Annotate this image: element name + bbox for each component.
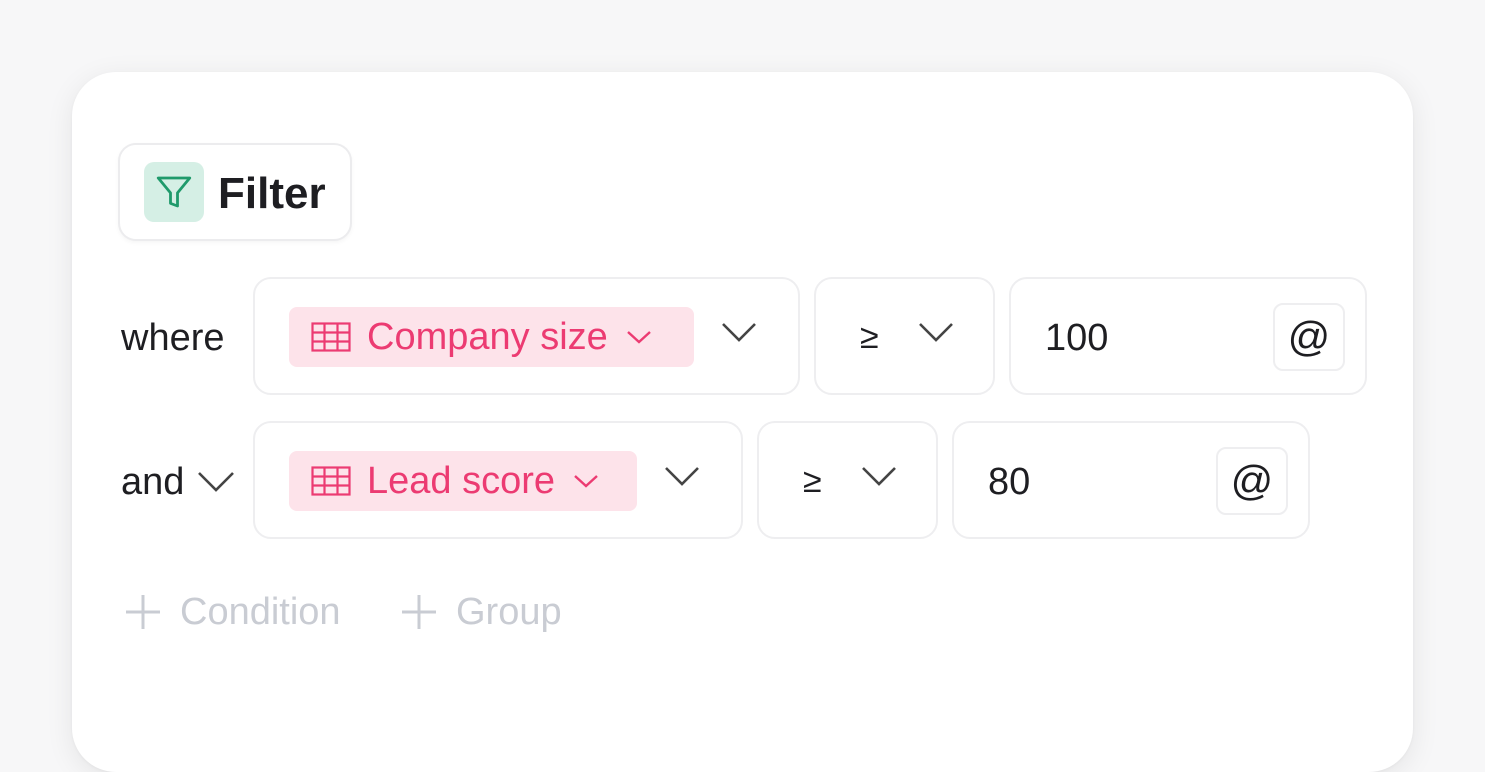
- chevron-down-icon[interactable]: [721, 321, 757, 343]
- filter-button[interactable]: Filter: [118, 143, 352, 241]
- add-condition-label: Condition: [180, 591, 341, 633]
- field-select-lead-score[interactable]: Lead score: [253, 421, 743, 539]
- conjunction-label-and[interactable]: and: [121, 460, 184, 504]
- funnel-icon: [144, 162, 204, 222]
- field-label: Company size: [367, 316, 608, 358]
- table-grid-icon: [311, 466, 351, 496]
- chevron-down-icon: [861, 465, 897, 487]
- mention-button[interactable]: @: [1273, 303, 1345, 371]
- value-input[interactable]: 100 @: [1009, 277, 1367, 395]
- field-label: Lead score: [367, 460, 556, 502]
- value-text: 80: [988, 461, 1031, 503]
- add-group-label: Group: [456, 591, 562, 633]
- plus-icon: [400, 593, 438, 631]
- operator-symbol: ≥: [803, 462, 822, 500]
- value-input[interactable]: 80 @: [952, 421, 1310, 539]
- chevron-down-icon: [918, 321, 954, 343]
- conjunction-label-where: where: [121, 317, 225, 359]
- operator-symbol: ≥: [860, 318, 879, 356]
- mention-button[interactable]: @: [1216, 447, 1288, 515]
- add-group-button[interactable]: Group: [400, 590, 562, 634]
- chevron-down-icon[interactable]: [197, 470, 235, 494]
- filter-title: Filter: [218, 169, 326, 218]
- field-pill-lead-score[interactable]: Lead score: [289, 451, 637, 511]
- chevron-down-icon: [573, 473, 599, 489]
- chevron-down-icon[interactable]: [664, 465, 700, 487]
- add-condition-button[interactable]: Condition: [124, 590, 341, 634]
- field-select-company-size[interactable]: Company size: [253, 277, 800, 395]
- field-pill-company-size[interactable]: Company size: [289, 307, 694, 367]
- value-text: 100: [1045, 317, 1109, 359]
- operator-select[interactable]: ≥: [814, 277, 995, 395]
- plus-icon: [124, 593, 162, 631]
- table-grid-icon: [311, 322, 351, 352]
- operator-select[interactable]: ≥: [757, 421, 938, 539]
- chevron-down-icon: [626, 329, 652, 345]
